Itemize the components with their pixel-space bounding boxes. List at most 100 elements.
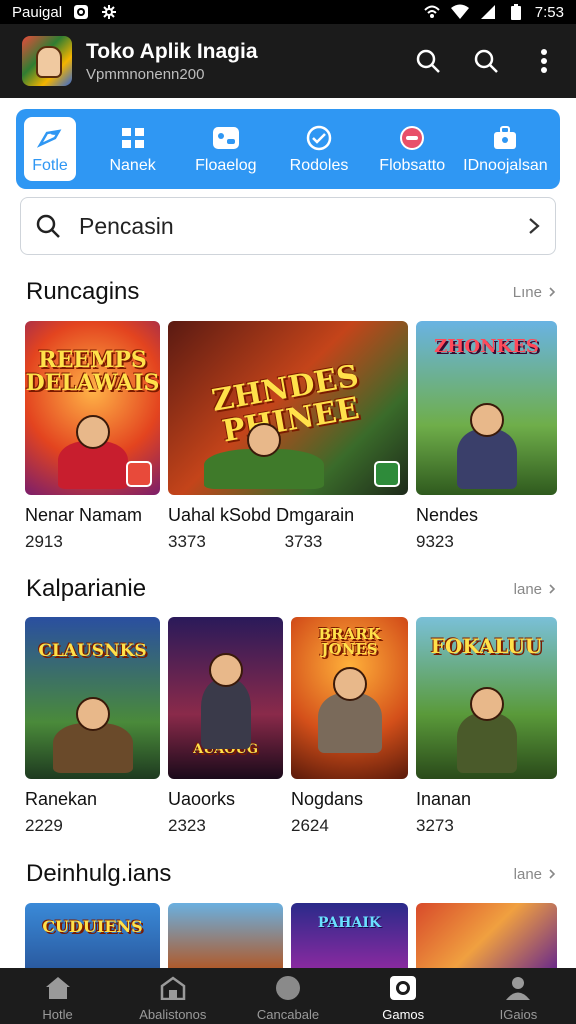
nav-item-games[interactable]: Gamos <box>346 968 461 1024</box>
nav-item-profile[interactable]: IGaios <box>461 968 576 1024</box>
game-count: 2624 <box>291 816 329 835</box>
game-count: 3273 <box>416 816 454 835</box>
category-label: Nanek <box>109 157 156 174</box>
game-card[interactable] <box>168 903 283 969</box>
game-count: 3373 3733 <box>168 532 323 551</box>
nav-label: IGaios <box>499 1007 538 1022</box>
search-button[interactable] <box>410 43 446 79</box>
game-name: Inanan <box>416 789 472 809</box>
battery-icon <box>507 3 525 21</box>
section-title: Deinhulg.ians <box>26 860 172 887</box>
section-header: Runcagins Lıne <box>26 278 556 306</box>
nav-item-categories[interactable]: Cancabale <box>230 968 345 1024</box>
game-art-title: BRARK JONES <box>318 624 381 659</box>
nav-item-home[interactable]: Hotle <box>0 968 115 1024</box>
game-name: Nogdans <box>291 789 364 809</box>
game-card[interactable]: FOKALUU Inanan 3273 <box>416 617 557 836</box>
game-card[interactable]: CLAUSNKS Ranekan 2229 <box>25 617 160 836</box>
nav-label: Abalistonos <box>139 1007 207 1022</box>
category-item[interactable]: Fotle <box>24 117 76 181</box>
nav-label: Hotle <box>42 1007 73 1022</box>
search-button-2[interactable] <box>468 43 504 79</box>
category-bar: Fotle Nanek Floaelog Rodoles Flobsatto I… <box>16 109 560 189</box>
game-thumbnail: REEMPS DELAWAIS <box>25 321 160 495</box>
game-name: Nenar Namam <box>25 505 143 525</box>
game-name: Uahal kSobd Dmgarain <box>168 505 355 525</box>
game-badge <box>126 461 152 487</box>
game-thumbnail: BRARK JONES <box>291 617 408 779</box>
circle-icon <box>273 973 303 1003</box>
section-header: Deinhulg.ians lane <box>26 860 556 888</box>
person-icon <box>503 973 533 1003</box>
game-art-title: CUDUIENS <box>42 916 143 936</box>
game-thumbnail: PAHAIK <box>291 903 408 969</box>
game-count: 2913 <box>25 532 63 551</box>
home-icon <box>43 973 73 1003</box>
wifi-icon <box>450 3 469 21</box>
see-more-link[interactable]: lane <box>514 866 556 883</box>
category-label: IDnoojalsan <box>463 157 548 174</box>
category-item[interactable]: Rodoles <box>272 117 365 181</box>
game-card[interactable]: PAHAIK <box>291 903 408 969</box>
gear-icon <box>100 3 118 21</box>
game-thumbnail: CUDUIENS <box>25 903 160 969</box>
game-row: CUDUIENS PAHAIK <box>25 903 557 969</box>
app-subtitle: Vpmmnonenn200 <box>86 65 205 83</box>
bottom-navigation: Hotle Abalistonos Cancabale Gamos IGaios <box>0 968 576 1024</box>
camera-icon <box>388 973 418 1003</box>
game-name: Ranekan <box>25 789 98 809</box>
game-card[interactable]: ZHONKES Nendes 9323 <box>416 321 557 552</box>
see-more-link[interactable]: Lıne <box>513 284 556 301</box>
nav-item-apps[interactable]: Abalistonos <box>115 968 230 1024</box>
section-header: Kalparianie lane <box>26 575 556 603</box>
search-placeholder: Pencasin <box>79 212 174 239</box>
search-icon <box>474 49 498 73</box>
game-thumbnail: FOKALUU <box>416 617 557 779</box>
game-thumbnail <box>168 903 283 969</box>
chevron-right-icon <box>549 869 556 879</box>
nav-label: Cancabale <box>256 1007 320 1022</box>
section-title: Kalparianie <box>26 575 147 602</box>
chevron-right-icon <box>549 584 556 594</box>
category-item[interactable]: Floaelog <box>179 117 272 181</box>
category-label: Fotle <box>32 157 68 174</box>
category-label: Floaelog <box>195 157 257 174</box>
game-art-title: CLAUSNKS <box>38 640 147 661</box>
game-card[interactable]: BRARK JONES Nogdans 2624 <box>291 617 408 836</box>
category-item[interactable]: Flobsatto <box>366 117 459 181</box>
app-logo <box>22 36 72 86</box>
status-bar: Pauigal 7:53 <box>0 0 576 24</box>
category-item[interactable]: IDnoojalsan <box>459 117 552 181</box>
grid-icon <box>118 123 148 153</box>
game-card[interactable] <box>416 903 557 969</box>
game-card[interactable]: AUAOUG Uaoorks 2323 <box>168 617 283 836</box>
game-row: REEMPS DELAWAIS Nenar Namam 2913 ZHNDES … <box>25 321 557 552</box>
more-vert-icon <box>541 49 547 73</box>
search-icon <box>36 214 60 238</box>
game-count: 9323 <box>416 532 454 551</box>
game-card[interactable]: CUDUIENS <box>25 903 160 969</box>
game-count: 2323 <box>168 816 206 835</box>
game-art-title: ZHNDES PHINEE <box>209 358 362 450</box>
signal-icon <box>479 3 497 21</box>
see-more-label: lane <box>513 580 542 598</box>
search-icon <box>416 49 440 73</box>
game-count: 2229 <box>25 816 63 835</box>
see-more-label: Lıne <box>512 283 542 301</box>
game-thumbnail: ZHNDES PHINEE <box>168 321 408 495</box>
game-card[interactable]: ZHNDES PHINEE Uahal kSobd Dmgarain 3373 … <box>168 321 408 552</box>
notification-app-icon <box>72 3 90 21</box>
nav-label: Gamos <box>382 1007 425 1022</box>
see-more-link[interactable]: lane <box>514 581 556 598</box>
chevron-right-icon <box>549 287 556 297</box>
hotspot-icon <box>423 3 441 21</box>
search-field[interactable]: Pencasin <box>20 197 556 255</box>
category-item[interactable]: Nanek <box>86 117 179 181</box>
category-label: Flobsatto <box>379 157 446 174</box>
app-title: Toko Aplik Inagia <box>86 39 258 63</box>
game-art-title: REEMPS DELAWAIS <box>25 346 160 396</box>
section-title: Runcagins <box>26 278 140 305</box>
more-menu-button[interactable] <box>526 43 562 79</box>
game-card[interactable]: REEMPS DELAWAIS Nenar Namam 2913 <box>25 321 160 552</box>
check-circle-icon <box>304 123 334 153</box>
